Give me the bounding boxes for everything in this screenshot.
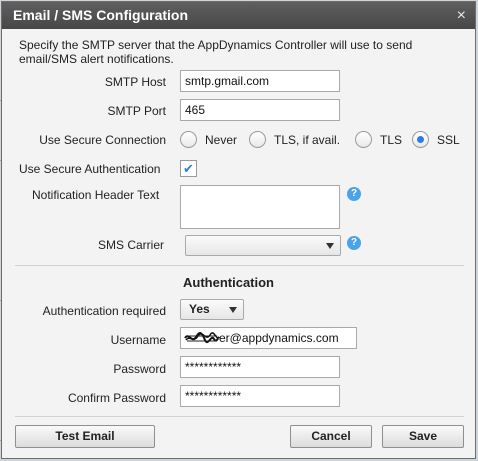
password-input[interactable]: ************ [180, 356, 340, 378]
secure-auth-checkbox[interactable]: ✔ [180, 160, 197, 177]
notification-header-textarea[interactable] [180, 185, 340, 229]
redaction-scribble [184, 332, 220, 344]
secure-auth-label: Use Secure Authentication [19, 162, 161, 176]
checkmark-icon: ✔ [183, 161, 194, 176]
help-icon[interactable]: ? [347, 187, 361, 201]
smtp-host-input[interactable]: smtp.gmail.com [180, 70, 340, 92]
close-icon[interactable]: × [457, 2, 466, 29]
radio-never[interactable] [180, 131, 197, 148]
smtp-host-label: SMTP Host [104, 75, 166, 89]
auth-required-select[interactable]: Yes [180, 299, 244, 320]
authentication-section-title: Authentication [183, 275, 274, 290]
radio-ssl[interactable] [412, 131, 429, 148]
dialog-title: Email / SMS Configuration [13, 7, 189, 23]
test-email-button[interactable]: Test Email [15, 425, 155, 448]
footer-divider [15, 416, 464, 417]
confirm-password-input[interactable]: ************ [180, 385, 340, 407]
auth-required-label: Authentication required [42, 304, 166, 318]
radio-never-label: Never [205, 133, 238, 147]
username-value: er@appdynamics.com [219, 331, 339, 345]
section-divider [15, 265, 464, 266]
save-button[interactable]: Save [382, 425, 464, 448]
radio-tls-label: TLS [380, 133, 403, 147]
radio-ssl-label: SSL [437, 133, 460, 147]
confirm-password-label: Confirm Password [67, 391, 166, 405]
sms-carrier-label: SMS Carrier [97, 238, 164, 252]
cancel-button[interactable]: Cancel [290, 425, 372, 448]
username-label: Username [110, 333, 166, 347]
smtp-port-input[interactable]: 465 [180, 99, 340, 121]
password-label: Password [113, 362, 166, 376]
auth-required-value: Yes [189, 302, 210, 316]
smtp-port-label: SMTP Port [107, 104, 166, 118]
notification-header-label: Notification Header Text [32, 188, 160, 202]
radio-tls[interactable] [355, 131, 372, 148]
sms-carrier-select[interactable] [185, 235, 341, 256]
dialog-titlebar: Email / SMS Configuration × [2, 2, 475, 29]
username-input[interactable]: er@appdynamics.com [180, 327, 357, 349]
radio-tls-if-avail-label: TLS, if avail. [274, 133, 341, 147]
dialog-description: Specify the SMTP server that the AppDyna… [19, 38, 413, 66]
chevron-down-icon [326, 243, 334, 249]
radio-tls-if-avail[interactable] [249, 131, 266, 148]
secure-connection-label: Use Secure Connection [39, 133, 166, 147]
chevron-down-icon [229, 307, 237, 313]
help-icon[interactable]: ? [347, 236, 361, 250]
email-sms-config-dialog: Email / SMS Configuration × Specify the … [1, 1, 476, 459]
